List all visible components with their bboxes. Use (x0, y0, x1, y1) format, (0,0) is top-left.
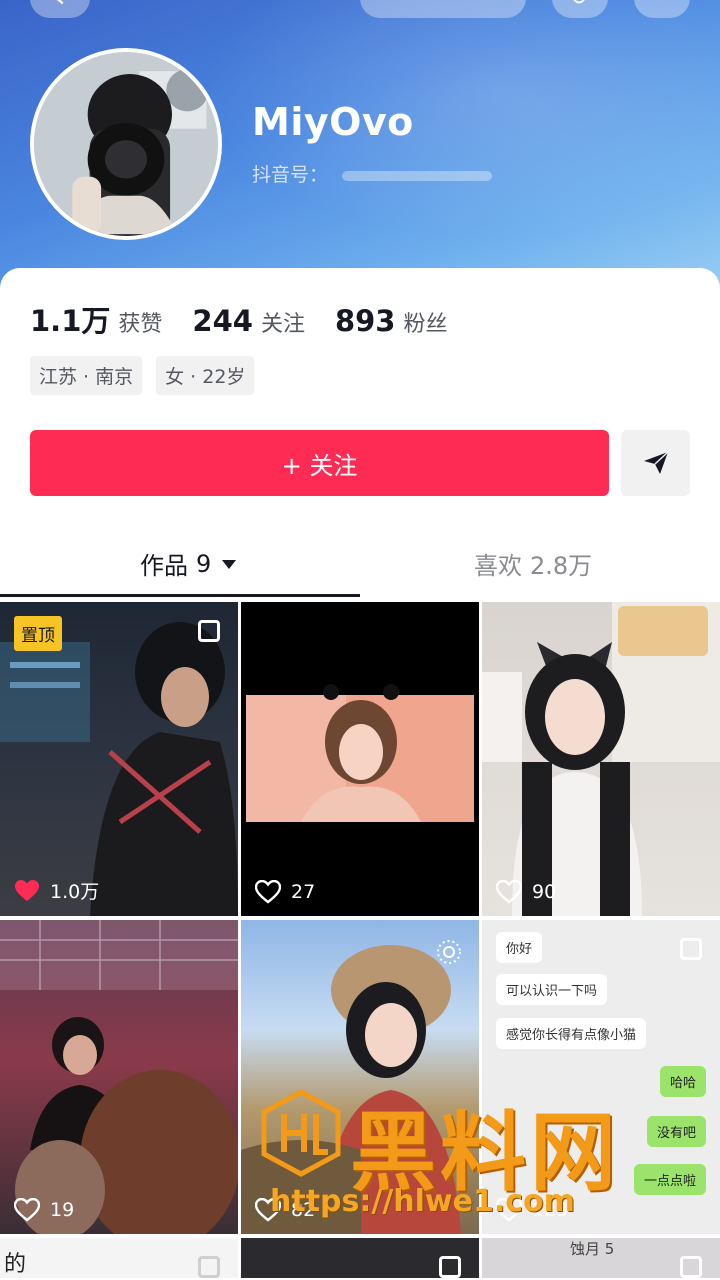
post-likes: 27 (255, 880, 315, 904)
pinned-badge: 置顶 (14, 616, 62, 651)
tab-works-count: 9 (196, 549, 212, 578)
stat-likes-number: 1.1万 (30, 304, 111, 338)
back-button[interactable] (30, 0, 90, 18)
heart-outline-icon (496, 880, 522, 904)
heart-outline-icon (255, 880, 281, 904)
douyin-id[interactable]: 抖音号： (252, 160, 493, 187)
chat-message: 感觉你长得有点像小猫 (496, 1018, 647, 1049)
multi-image-icon (198, 620, 220, 642)
tab-likes-label: 喜欢 (474, 552, 522, 580)
stat-following-label: 关注 (260, 312, 305, 337)
multi-image-icon (680, 1256, 702, 1278)
caret-down-icon (222, 559, 237, 569)
tab-likes-count: 2.8万 (530, 552, 593, 580)
post-thumbnail[interactable]: 置顶 1.0万 (0, 602, 238, 916)
message-button[interactable] (621, 430, 690, 496)
heart-outline-icon (14, 1198, 40, 1222)
stat-followers[interactable]: 893 粉丝 (335, 304, 448, 338)
more-icon (653, 0, 671, 7)
post-caption-text: 蚀月 5 (570, 1240, 615, 1258)
live-photo-icon (437, 940, 461, 964)
multi-image-icon (439, 1256, 461, 1278)
post-thumbnail[interactable]: 27 (241, 602, 479, 916)
watermark: 黑料网 https://hlwe1.com (250, 1082, 670, 1232)
search-icon (573, 0, 585, 4)
tab-works[interactable]: 作品 9 (140, 546, 237, 581)
post-thumbnail[interactable] (241, 1238, 479, 1278)
post-caption-text: 的 (4, 1252, 27, 1277)
post-thumbnail[interactable]: 19 (0, 920, 238, 1234)
post-image (246, 684, 474, 822)
stats-row: 1.1万 获赞 244 关注 893 粉丝 (30, 298, 478, 340)
tab-works-label: 作品 (140, 552, 188, 580)
stat-following[interactable]: 244 关注 (192, 304, 305, 338)
multi-image-icon (198, 1256, 220, 1278)
post-thumbnail[interactable]: 的 (0, 1238, 238, 1278)
post-likes: 90 (496, 880, 556, 904)
location-tag: 江苏 · 南京 (30, 356, 143, 395)
watermark-logo-icon (261, 1089, 341, 1177)
stat-likes-label: 获赞 (118, 312, 163, 337)
stat-followers-number: 893 (334, 304, 396, 338)
post-likes: 1.0万 (14, 877, 99, 904)
post-likes-count: 19 (50, 1199, 75, 1221)
douyin-id-label: 抖音号： (252, 164, 329, 186)
stat-likes[interactable]: 1.1万 获赞 (30, 298, 162, 340)
back-icon (57, 0, 64, 5)
chat-message: 你好 (496, 932, 543, 963)
profile-name: MiyOvo (252, 100, 414, 144)
stat-following-number: 244 (192, 304, 253, 338)
watermark-url: https://hlwe1.com (270, 1184, 575, 1219)
follow-button[interactable]: + 关注 (30, 430, 609, 496)
post-likes-count: 27 (291, 881, 316, 903)
stat-followers-label: 粉丝 (403, 312, 448, 337)
search-button[interactable] (552, 0, 608, 18)
content-tabs: 作品 9 喜欢 2.8万 (0, 538, 720, 600)
profile-tags: 江苏 · 南京 女 · 22岁 (30, 356, 268, 395)
avatar-image (34, 52, 218, 236)
more-button[interactable] (634, 0, 690, 18)
post-likes-count: 90 (532, 881, 557, 903)
chat-message: 可以认识一下吗 (496, 974, 608, 1005)
post-likes-count: 1.0万 (50, 881, 100, 903)
send-icon (643, 451, 669, 474)
profile-header-background: MiyOvo 抖音号： (0, 0, 720, 300)
post-likes: 19 (14, 1198, 74, 1222)
heart-filled-icon (15, 879, 39, 901)
tab-active-underline (0, 594, 360, 597)
gender-age-tag: 女 · 22岁 (156, 356, 255, 395)
multi-image-icon (680, 938, 702, 960)
post-thumbnail[interactable]: 90 (482, 602, 720, 916)
avatar[interactable] (30, 48, 222, 240)
tab-likes[interactable]: 喜欢 2.8万 (474, 546, 592, 581)
post-image (0, 920, 238, 1234)
douyin-id-redacted (342, 170, 493, 181)
search-bar-button[interactable] (360, 0, 526, 18)
post-image (482, 602, 720, 916)
post-thumbnail[interactable]: 蚀月 5 (482, 1238, 720, 1278)
